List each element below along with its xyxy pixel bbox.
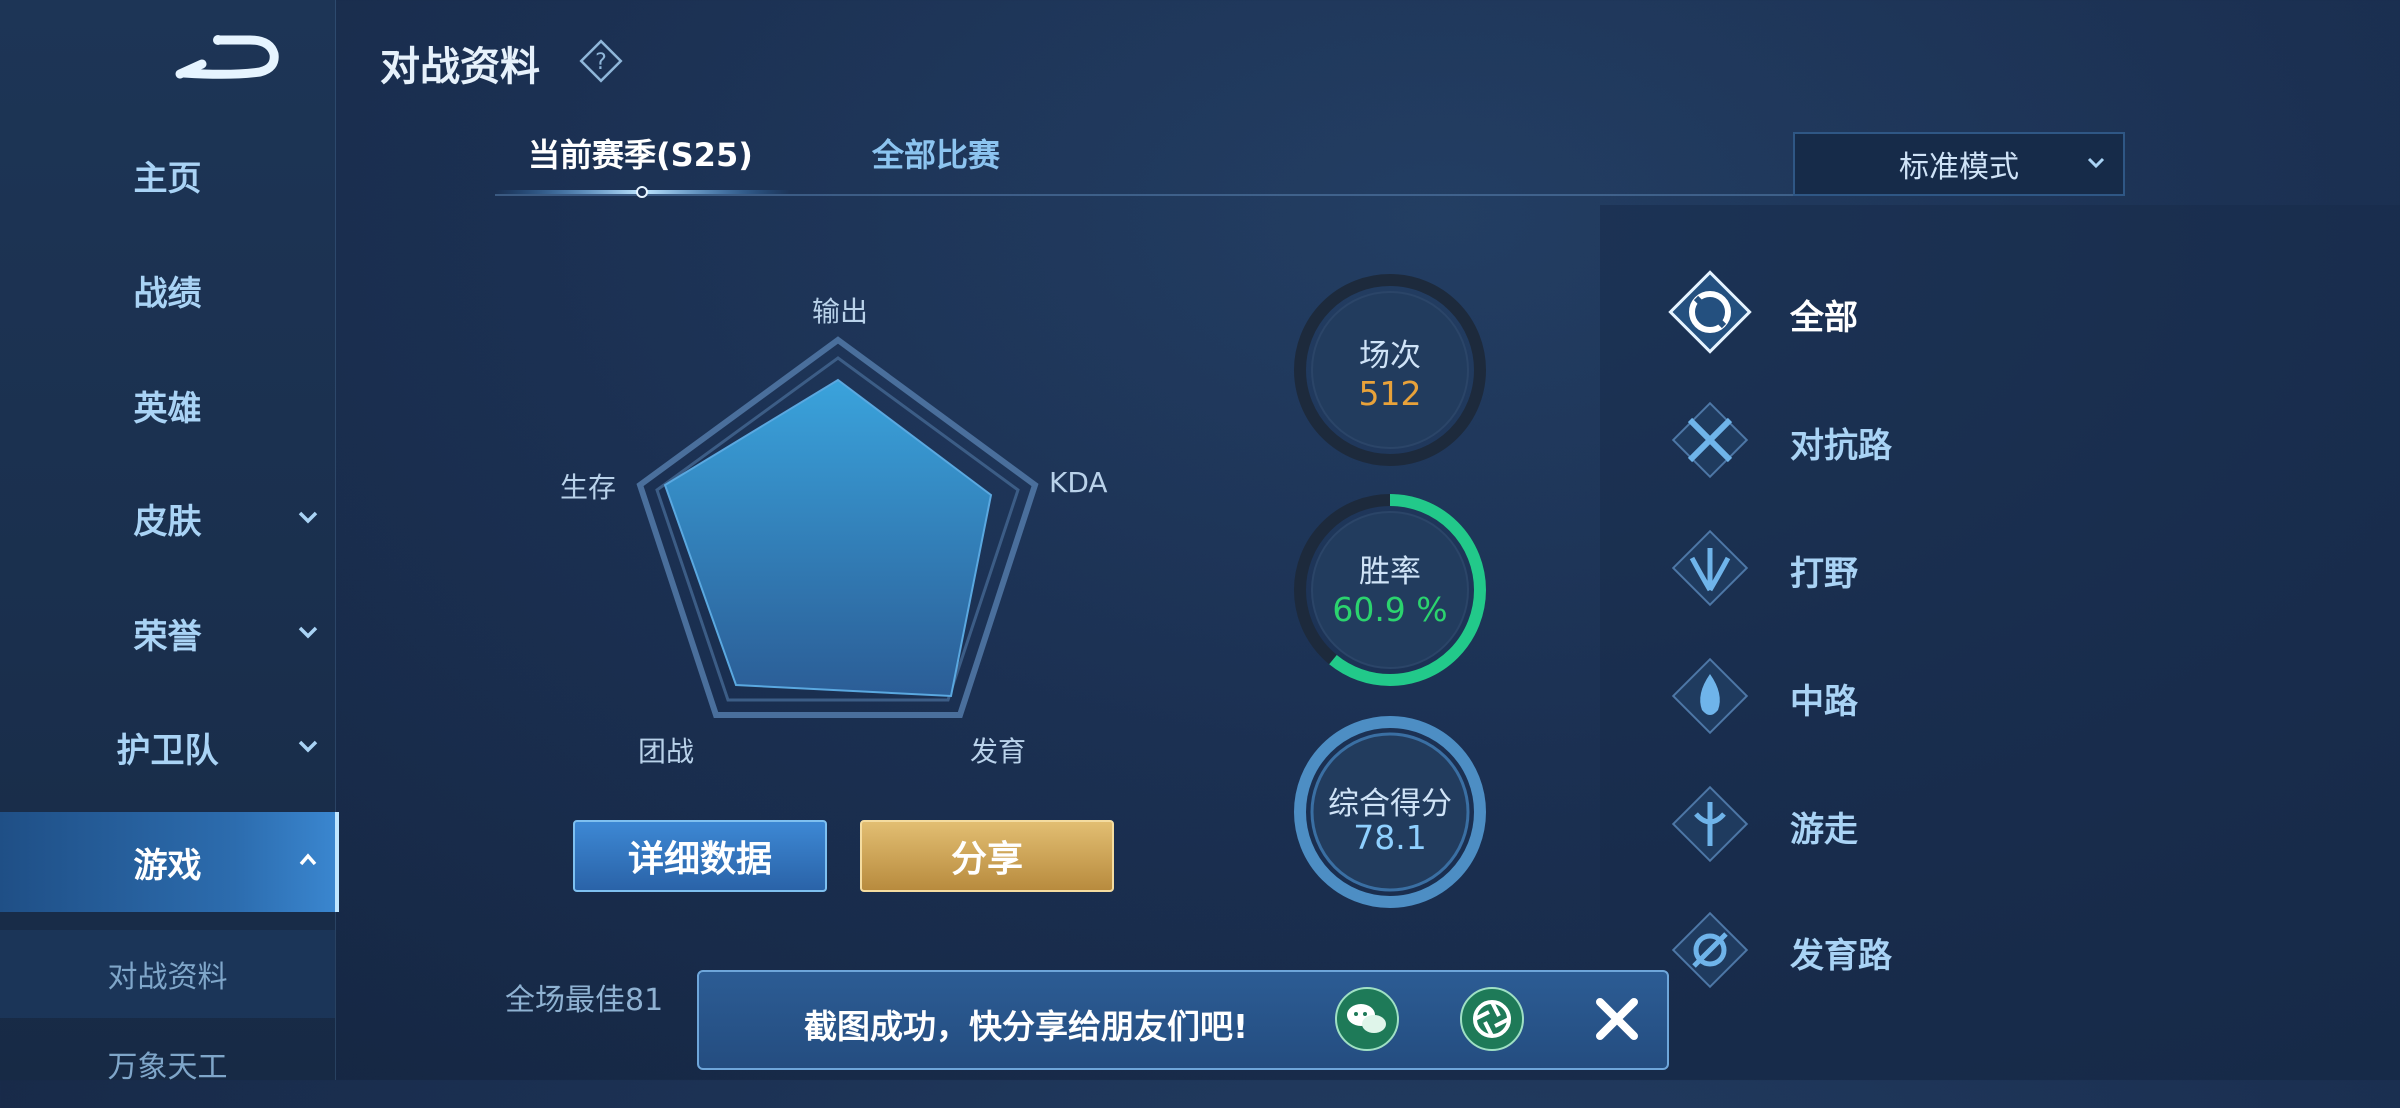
tab-current-season[interactable]: 当前赛季(S25)	[528, 130, 753, 176]
detail-data-button[interactable]: 详细数据	[573, 820, 827, 892]
mid-lane-icon	[1671, 657, 1749, 735]
roam-icon	[1671, 785, 1749, 863]
best-summary-text: 全场最佳81	[505, 983, 664, 1018]
radar-chart	[636, 336, 1039, 718]
clash-lane-icon	[1671, 401, 1749, 479]
screenshot-toast: 截图成功，快分享给朋友们吧!	[697, 970, 1669, 1070]
role-clash-lane[interactable]: 对抗路	[1660, 390, 2060, 490]
nav-item-guard-team[interactable]: 护卫队	[0, 697, 335, 797]
score-stat: 综合得分 78.1	[1290, 712, 1490, 912]
nav-label: 游戏	[133, 845, 202, 886]
role-label: 全部	[1790, 298, 1858, 338]
role-label: 发育路	[1790, 936, 1892, 976]
nav-item-honor[interactable]: 荣誉	[0, 583, 335, 683]
tab-active-indicator	[495, 186, 790, 198]
sidebar: 主页 战绩 英雄 皮肤 荣誉 护卫队 游戏 对战资料 万象天工	[0, 0, 339, 1085]
sub-item-workshop[interactable]: 万象天工	[0, 1020, 335, 1108]
nav-label: 荣誉	[133, 616, 202, 657]
nav-item-game[interactable]: 游戏	[0, 812, 339, 912]
toast-message: 截图成功，快分享给朋友们吧!	[804, 1007, 1249, 1046]
winrate-value: 60.9 %	[1332, 590, 1448, 629]
wechat-icon[interactable]	[1334, 986, 1400, 1052]
role-roam[interactable]: 游走	[1660, 774, 2060, 874]
svg-text:?: ?	[595, 50, 607, 75]
page-title: 对战资料	[380, 44, 540, 90]
chevron-down-icon	[2087, 157, 2105, 169]
nav-label: 主页	[133, 158, 202, 199]
all-icon	[1668, 270, 1752, 354]
moments-icon[interactable]	[1459, 986, 1525, 1052]
share-button[interactable]: 分享	[860, 820, 1114, 892]
radar-label-kda: KDA	[1049, 466, 1108, 499]
tab-all-matches[interactable]: 全部比赛	[872, 130, 1000, 176]
winrate-label: 胜率	[1359, 554, 1421, 590]
role-farm-lane[interactable]: 发育路	[1660, 900, 2060, 1000]
radar-label-teamfight: 团战	[638, 735, 695, 768]
radar-label-output: 输出	[812, 295, 869, 328]
score-label: 综合得分	[1328, 786, 1452, 822]
role-all[interactable]: 全部	[1660, 262, 2060, 362]
chevron-down-icon	[298, 626, 318, 639]
role-mid-lane[interactable]: 中路	[1660, 646, 2060, 746]
role-label: 对抗路	[1790, 426, 1892, 466]
matches-label: 场次	[1359, 338, 1421, 374]
matches-stat: 场次 512	[1290, 270, 1490, 470]
nav-label: 皮肤	[133, 501, 202, 542]
sub-label: 万象天工	[107, 1050, 228, 1085]
nav-label: 战绩	[133, 273, 202, 314]
close-icon[interactable]	[1584, 986, 1650, 1052]
chevron-down-icon	[298, 740, 318, 753]
nav-item-skins[interactable]: 皮肤	[0, 468, 335, 568]
mode-select-value: 标准模式	[1899, 150, 2019, 185]
role-label: 游走	[1790, 810, 1858, 850]
matches-value: 512	[1358, 374, 1422, 413]
winrate-stat: 胜率 60.9 %	[1290, 490, 1490, 690]
chevron-down-icon	[298, 511, 318, 524]
nav-label: 英雄	[133, 388, 202, 429]
score-value: 78.1	[1353, 818, 1427, 857]
radar-label-survival: 生存	[560, 471, 617, 504]
role-label: 中路	[1790, 682, 1858, 722]
nav-label: 护卫队	[116, 730, 219, 771]
role-jungle[interactable]: 打野	[1660, 518, 2060, 618]
chevron-up-icon	[299, 853, 317, 866]
mode-select[interactable]: 标准模式	[1793, 132, 2125, 196]
farm-lane-icon	[1671, 911, 1749, 989]
role-label: 打野	[1790, 554, 1858, 594]
sub-label: 对战资料	[107, 960, 228, 995]
radar-label-growth: 发育	[970, 735, 1027, 768]
nav-item-home[interactable]: 主页	[0, 125, 335, 225]
jungle-icon	[1671, 529, 1749, 607]
nav-item-heroes[interactable]: 英雄	[0, 355, 335, 455]
sub-item-battle-data[interactable]: 对战资料	[0, 930, 335, 1018]
back-icon[interactable]	[172, 28, 282, 88]
nav-item-records[interactable]: 战绩	[0, 240, 335, 340]
help-icon[interactable]: ?	[576, 36, 626, 86]
